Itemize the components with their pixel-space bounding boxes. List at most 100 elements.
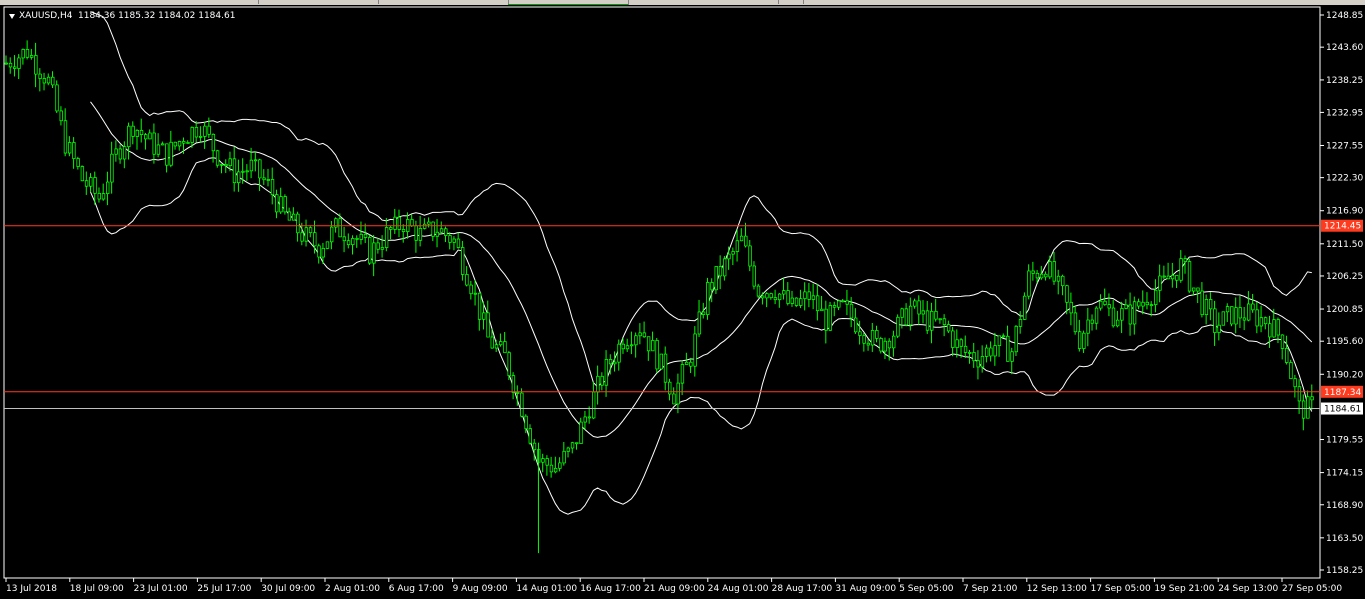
candle-body — [938, 318, 942, 321]
candle-body — [279, 196, 283, 213]
candle-body — [646, 336, 651, 352]
candle-body — [114, 148, 118, 155]
candle-body — [67, 142, 72, 154]
y-tick-label: 1227.55 — [1326, 141, 1363, 151]
chart-tab[interactable] — [628, 0, 779, 4]
candle-body — [160, 143, 165, 146]
candle-body — [1027, 270, 1031, 297]
dropdown-arrow-icon[interactable] — [9, 14, 15, 19]
candle-body — [651, 340, 655, 352]
candle-body — [313, 232, 317, 247]
candle-body — [494, 344, 499, 349]
candle-body — [72, 142, 76, 159]
candle-body — [930, 310, 934, 331]
candle-body — [410, 219, 414, 227]
candle-body — [1120, 308, 1124, 321]
candle-body — [1044, 273, 1048, 278]
candle-body — [1099, 300, 1103, 309]
candle-body — [1111, 307, 1116, 327]
candle-body — [803, 291, 807, 300]
lower-band-line — [90, 157, 1313, 515]
candle-body — [63, 120, 68, 154]
candle-body — [1297, 386, 1302, 402]
candle-body — [1039, 273, 1044, 279]
y-tick-label: 1248.85 — [1326, 11, 1363, 21]
time-axis[interactable]: 13 Jul 2018 18 Jul 09:00 23 Jul 01:00 25 Ju… — [5, 578, 1342, 594]
bollinger-bands — [90, 11, 1313, 515]
candle-body — [1056, 275, 1061, 282]
chart-window[interactable]: 1214.45 1187.34 1184.61 1248.85 1243.60 1238… — [0, 5, 1365, 599]
candle-body — [165, 143, 169, 166]
candle-body — [266, 179, 270, 181]
candle-body — [659, 353, 663, 370]
y-tick-label: 1179.55 — [1326, 436, 1363, 446]
candle-body — [968, 352, 972, 354]
candle-body — [553, 467, 558, 473]
candle-body — [29, 55, 34, 58]
candle-body — [237, 171, 241, 184]
candle-body — [807, 291, 811, 300]
candle-body — [896, 316, 900, 337]
chart-tab[interactable] — [0, 0, 259, 4]
candle-body — [460, 247, 465, 275]
chart-tab[interactable] — [378, 0, 509, 4]
level-price-label: 1187.34 — [1324, 388, 1361, 398]
current-price-label: 1184.61 — [1324, 405, 1361, 415]
chart-tab[interactable] — [258, 0, 379, 4]
candle-body — [676, 382, 680, 405]
candle-body — [672, 393, 676, 405]
candle-body — [879, 338, 883, 352]
candle-body — [1031, 270, 1035, 274]
price-axis[interactable]: 1248.85 1243.60 1238.25 1232.95 1227.55 1222.… — [1320, 11, 1363, 576]
candle-body — [4, 62, 8, 65]
candle-body — [955, 339, 959, 348]
candle-body — [735, 240, 740, 252]
candle-body — [528, 428, 532, 444]
candle-body — [118, 148, 123, 160]
candle-body — [452, 238, 456, 243]
candle-body — [317, 245, 321, 258]
candle-body — [372, 242, 376, 264]
candle-body — [773, 297, 778, 301]
candle-body — [917, 300, 921, 315]
candle-body — [853, 317, 858, 333]
candle-body — [765, 293, 769, 299]
x-tick-label: 25 Jul 17:00 — [197, 584, 251, 594]
candle-body — [177, 141, 182, 147]
candle-body — [532, 442, 537, 451]
candle-body — [1052, 261, 1056, 282]
chart-tab[interactable] — [778, 0, 804, 4]
candle-body — [152, 132, 156, 155]
candle-body — [139, 129, 144, 136]
candle-body — [913, 300, 917, 307]
candle-body — [1225, 306, 1230, 313]
candle-body — [329, 226, 334, 243]
candle-body — [575, 442, 579, 445]
candle-body — [287, 211, 292, 221]
candle-body — [1310, 396, 1314, 401]
candle-body — [148, 132, 152, 140]
candle-body — [1276, 319, 1280, 336]
candle-body — [748, 245, 752, 267]
candle-body — [363, 233, 368, 238]
candle-body — [211, 133, 216, 152]
x-tick-label: 17 Sep 05:00 — [1091, 584, 1151, 594]
candle-body — [782, 290, 786, 295]
candle-body — [790, 297, 794, 304]
candle-body — [207, 125, 211, 135]
candle-body — [1192, 287, 1196, 292]
candle-body — [401, 229, 406, 232]
candle-body — [270, 179, 275, 196]
symbol-label: XAUUSD,H4 — [19, 11, 73, 21]
candle-body — [634, 335, 638, 346]
candle-body — [524, 415, 528, 430]
candle-body — [951, 330, 955, 348]
price-chart[interactable]: 1214.45 1187.34 1184.61 1248.85 1243.60 1238… — [0, 5, 1365, 599]
candle-body — [198, 135, 203, 138]
ohlc-readout: 1184.36 1185.32 1184.02 1184.61 — [78, 11, 235, 21]
candle-body — [127, 125, 131, 148]
x-tick-label: 21 Aug 09:00 — [644, 584, 705, 594]
candle-body — [253, 159, 258, 162]
candle-body — [1090, 319, 1095, 324]
candle-body — [689, 361, 693, 367]
